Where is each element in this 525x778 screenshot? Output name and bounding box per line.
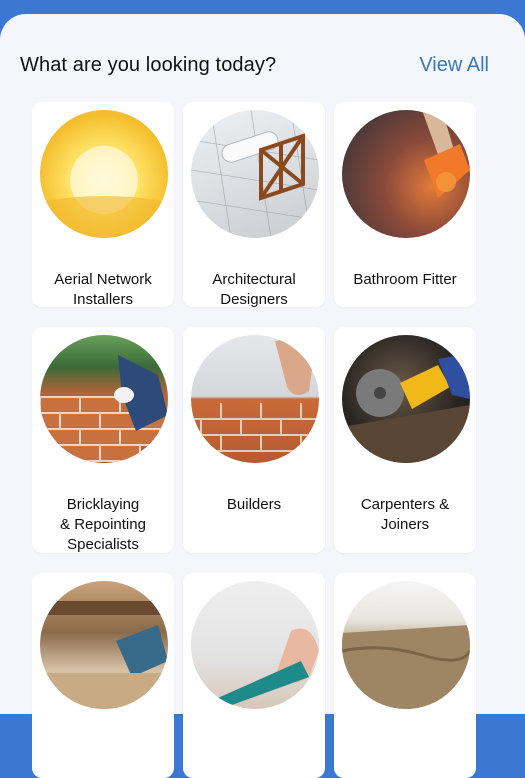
- category-card-builders[interactable]: Builders: [183, 327, 325, 553]
- bathroom-fitter-photo: [342, 110, 470, 238]
- category-label: Bathroom Fitter: [353, 271, 457, 288]
- category-sheet: What are you looking today? View All Aer…: [0, 14, 525, 778]
- bricklaying-photo: [40, 335, 168, 463]
- category-label: Bricklaying & Repointing Specialists: [60, 496, 146, 553]
- category-grid: Aerial Network Installers Architectural …: [32, 102, 476, 778]
- category-card-landscaping[interactable]: [334, 573, 476, 778]
- view-all-link[interactable]: View All: [419, 54, 489, 77]
- flooring-photo: [191, 581, 319, 709]
- category-label: Architectural Designers: [212, 271, 296, 308]
- category-card-bricklaying-repointing-specialists[interactable]: Bricklaying & Repointing Specialists: [32, 327, 174, 553]
- landscaping-photo: [342, 581, 470, 709]
- category-label: Aerial Network Installers: [54, 271, 152, 308]
- architect-blueprints-photo: [191, 110, 319, 238]
- category-label: Carpenters & Joiners: [360, 496, 450, 533]
- section-title: What are you looking today?: [20, 54, 277, 76]
- aerial-installer-photo: [40, 110, 168, 238]
- category-label: Builders: [226, 496, 282, 513]
- category-card-woodworking[interactable]: [32, 573, 174, 778]
- carpenter-grinder-photo: [342, 335, 470, 463]
- builders-photo: [191, 335, 319, 463]
- woodworking-photo: [40, 581, 168, 709]
- category-card-bathroom-fitter[interactable]: Bathroom Fitter: [334, 102, 476, 307]
- category-card-flooring[interactable]: [183, 573, 325, 778]
- category-card-aerial-network-installers[interactable]: Aerial Network Installers: [32, 102, 174, 308]
- category-card-architectural-designers[interactable]: Architectural Designers: [183, 102, 325, 308]
- category-card-carpenters-joiners[interactable]: Carpenters & Joiners: [334, 327, 476, 553]
- section-header: What are you looking today? View All: [20, 54, 489, 77]
